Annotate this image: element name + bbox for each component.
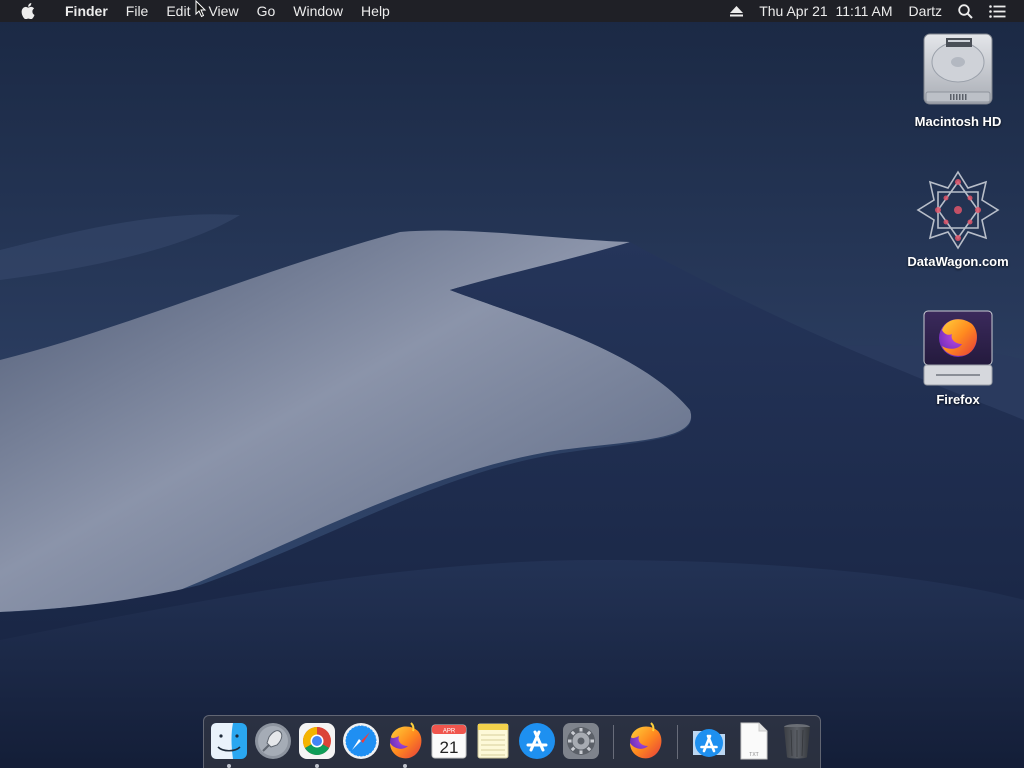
dock-item-system-preferences[interactable] xyxy=(561,721,601,761)
dock-item-launchpad[interactable] xyxy=(253,721,293,761)
menu-help[interactable]: Help xyxy=(352,0,399,22)
dock-item-firefox[interactable] xyxy=(385,721,425,768)
finder-icon xyxy=(211,723,247,759)
dock: APR 21 TXT xyxy=(203,715,821,768)
running-indicator xyxy=(315,764,319,768)
dock-item-firefox-2[interactable] xyxy=(625,721,665,761)
app-store-folder-icon xyxy=(693,729,725,757)
dock-item-chrome[interactable] xyxy=(297,721,337,768)
eject-status-item[interactable] xyxy=(722,5,751,17)
apple-logo-icon xyxy=(21,3,35,19)
firefox-icon xyxy=(630,722,662,759)
clock[interactable]: Thu Apr 21 11:11 AM xyxy=(751,0,900,22)
dock-separator xyxy=(677,725,678,759)
file-type-badge: TXT xyxy=(749,752,758,758)
eject-icon xyxy=(730,5,744,16)
menu-edit[interactable]: Edit xyxy=(157,0,199,22)
calendar-icon: APR 21 xyxy=(431,724,467,759)
desktop-icon-label: DataWagon.com xyxy=(907,254,1009,269)
spotlight-button[interactable] xyxy=(950,3,981,19)
safari-icon xyxy=(343,723,379,759)
text-file-icon: TXT xyxy=(740,722,768,760)
app-store-icon xyxy=(519,723,555,759)
dock-item-document[interactable]: TXT xyxy=(733,721,773,761)
desktop-icon-macintosh-hd[interactable]: Macintosh HD xyxy=(898,32,1018,129)
notification-center-button[interactable] xyxy=(981,4,1014,18)
dock-item-finder[interactable] xyxy=(209,721,249,768)
user-menu[interactable]: Dartz xyxy=(901,0,950,22)
menu-window[interactable]: Window xyxy=(284,0,352,22)
desktop-icon-datawagon[interactable]: DataWagon.com xyxy=(898,170,1018,269)
apple-menu[interactable] xyxy=(0,3,56,19)
desktop[interactable]: Finder File Edit View Go Window Help Thu… xyxy=(0,0,1024,768)
gear-icon xyxy=(563,723,599,759)
mouse-cursor-icon xyxy=(195,0,207,18)
launchpad-icon xyxy=(255,723,291,759)
dock-item-calendar[interactable]: APR 21 xyxy=(429,721,469,761)
trash-icon xyxy=(784,724,810,759)
desktop-icon-firefox[interactable]: Firefox xyxy=(898,310,1018,407)
menu-bar: Finder File Edit View Go Window Help Thu… xyxy=(0,0,1024,22)
running-indicator xyxy=(403,764,407,768)
notes-icon xyxy=(477,723,509,759)
magnifier-icon xyxy=(958,3,973,19)
menu-file[interactable]: File xyxy=(117,0,158,22)
dock-item-safari[interactable] xyxy=(341,721,381,761)
disk-image-icon xyxy=(916,170,1000,250)
menu-go[interactable]: Go xyxy=(248,0,285,22)
wallpaper xyxy=(0,0,1024,768)
dock-item-app-store[interactable] xyxy=(517,721,557,761)
desktop-icon-label: Macintosh HD xyxy=(914,114,1002,129)
chrome-icon xyxy=(299,723,335,759)
running-indicator xyxy=(227,764,231,768)
firefox-volume-icon xyxy=(923,310,993,386)
hard-drive-icon xyxy=(923,33,993,105)
menu-finder[interactable]: Finder xyxy=(56,0,117,22)
list-icon xyxy=(989,4,1006,18)
calendar-month: APR xyxy=(443,729,456,735)
calendar-day: 21 xyxy=(440,738,459,757)
dock-item-notes[interactable] xyxy=(473,721,513,761)
firefox-icon xyxy=(390,722,422,759)
desktop-icon-label: Firefox xyxy=(936,392,980,407)
dock-item-trash[interactable] xyxy=(777,721,817,761)
dock-separator xyxy=(613,725,614,759)
dock-item-applications[interactable] xyxy=(689,721,729,761)
